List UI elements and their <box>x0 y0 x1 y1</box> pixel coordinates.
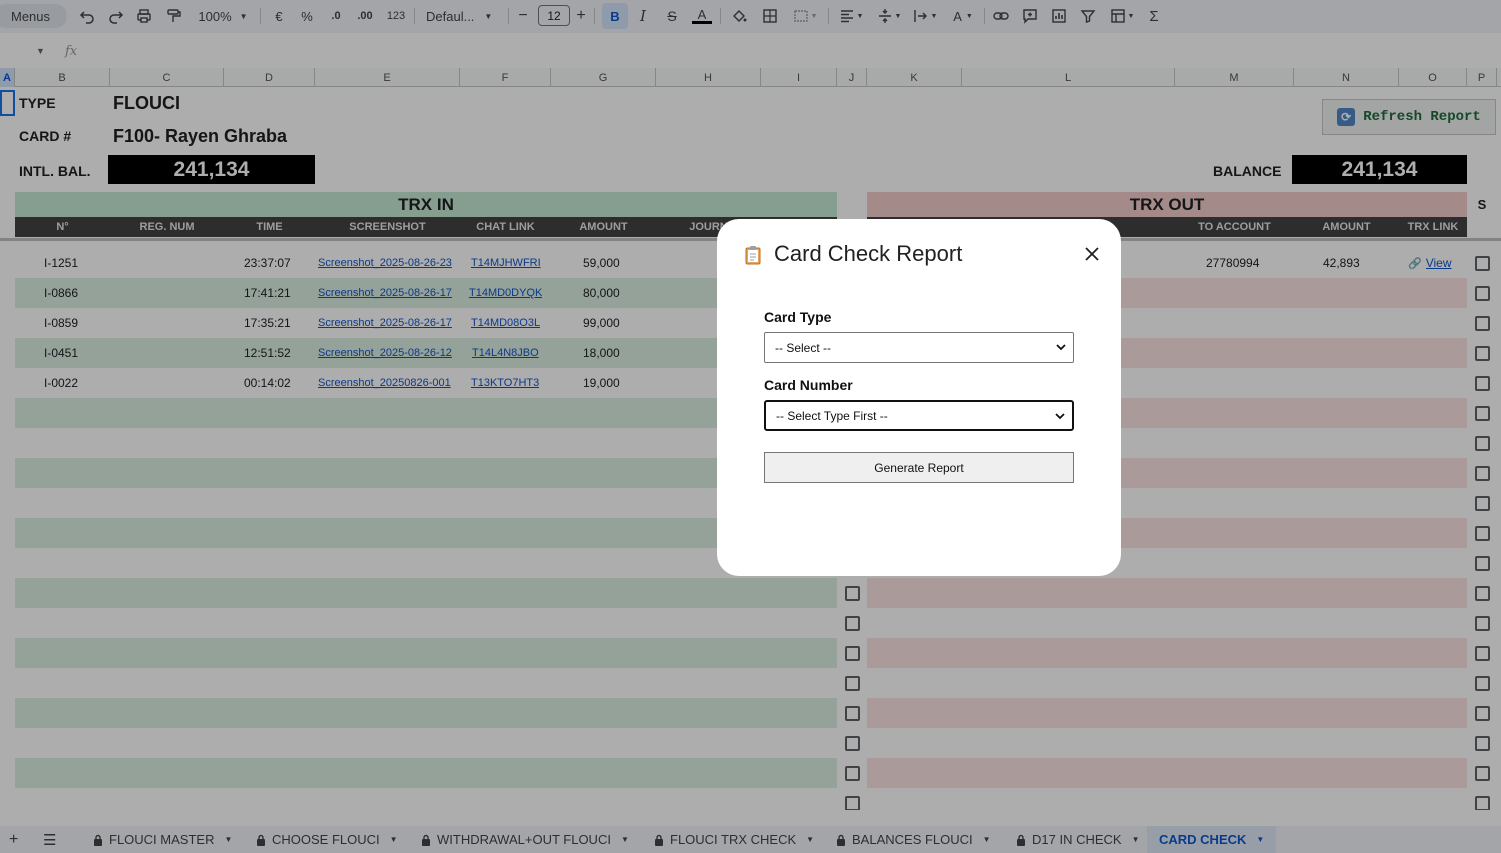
card-number-value: -- Select Type First -- <box>776 408 888 423</box>
clipboard-icon <box>745 246 761 265</box>
card-number-select[interactable]: -- Select Type First -- <box>764 400 1074 431</box>
dialog-title: Card Check Report <box>774 241 963 266</box>
chevron-down-icon <box>1055 413 1065 420</box>
card-type-value: -- Select -- <box>775 340 832 355</box>
chevron-down-icon <box>1056 344 1066 351</box>
card-check-dialog: Card Check Report Card Type -- Select --… <box>717 219 1121 576</box>
card-number-label: Card Number <box>764 377 853 393</box>
card-type-select[interactable]: -- Select -- <box>764 332 1074 363</box>
card-type-label: Card Type <box>764 309 832 325</box>
close-icon[interactable] <box>1081 243 1103 265</box>
generate-report-button[interactable]: Generate Report <box>764 452 1074 483</box>
